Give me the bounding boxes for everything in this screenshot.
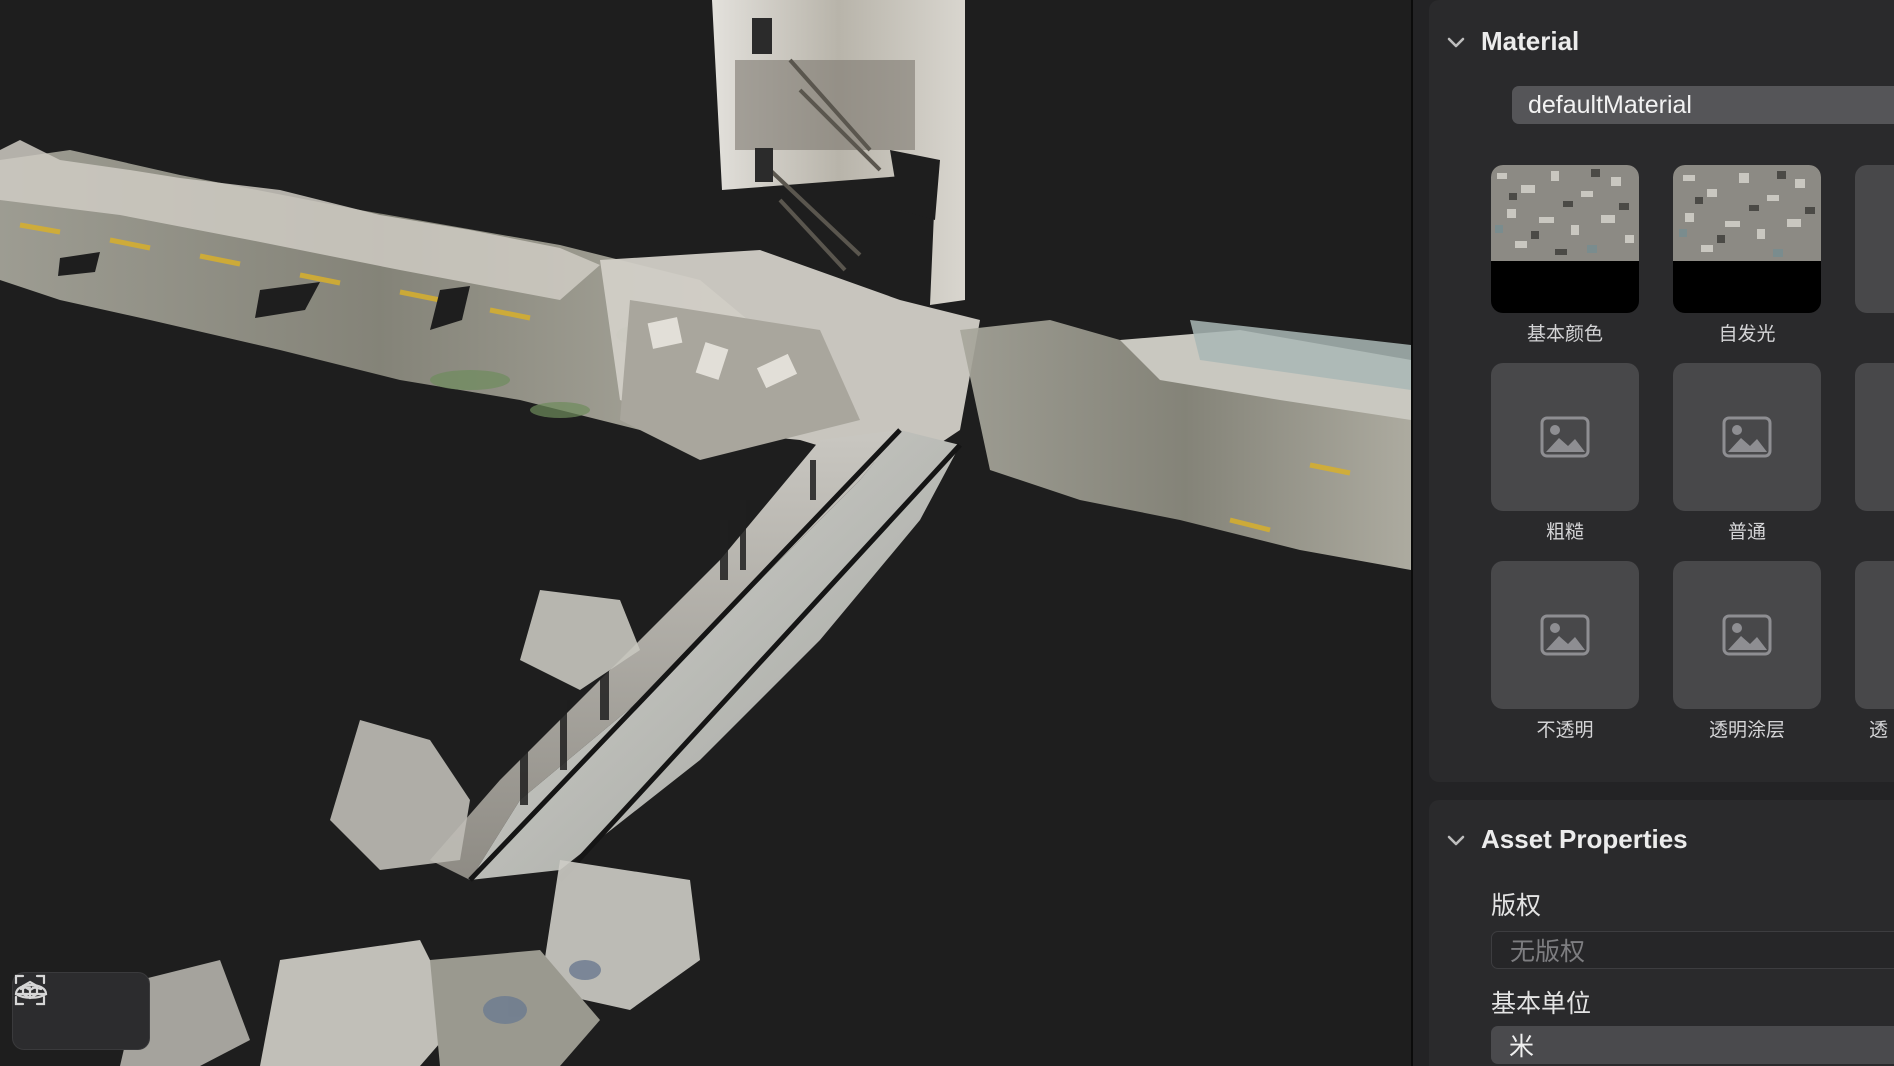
image-placeholder-icon [1540,614,1590,656]
copyright-placeholder: 无版权 [1510,938,1586,966]
slot-base-color: 基本颜色 [1491,165,1639,346]
opacity-texture-thumbnail[interactable] [1491,561,1639,709]
slot-label: 粗糙 [1545,522,1584,543]
slot-emissive: 自发光 [1673,165,1821,346]
asset-properties-section: Asset Properties 版权 无版权 基本单位 米 [1429,800,1894,1066]
slot-label: 自发光 [1718,324,1776,345]
normal-texture-thumbnail[interactable] [1673,363,1821,511]
base-unit-select[interactable]: 米 [1491,1026,1894,1064]
base-unit-label: 基本单位 [1491,990,1592,1018]
slot-label: 普通 [1727,522,1766,543]
slot-label: 透明涂层 [1708,720,1785,741]
viewport-toolbar [12,972,150,1050]
slot-normal: 普通 [1673,363,1821,544]
slot-partial: 透 [1855,561,1894,742]
copyright-label: 版权 [1491,892,1542,920]
texture-preview-image [1491,165,1639,261]
slot-label: 基本颜色 [1526,324,1603,345]
chevron-down-icon [1447,37,1465,47]
inspector-panel: Material 基本颜色 [1413,0,1894,1066]
slot-roughness: 粗糙 [1491,363,1639,544]
environment-button[interactable] [14,983,141,1037]
emissive-texture-thumbnail[interactable] [1673,165,1821,313]
slot-opacity: 不透明 [1491,561,1639,742]
material-section-header[interactable]: Material [1445,26,1579,57]
base-color-texture-thumbnail[interactable] [1491,165,1639,313]
material-section: Material 基本颜色 [1429,0,1894,782]
chevron-down-icon [1447,835,1465,845]
slot-partial [1855,165,1894,313]
slot-label: 不透明 [1536,720,1594,741]
image-placeholder-icon [1722,416,1772,458]
image-placeholder-icon [1722,614,1772,656]
asset-section-header[interactable]: Asset Properties [1445,824,1688,855]
slot-partial [1855,363,1894,511]
clearcoat-texture-thumbnail[interactable] [1673,561,1821,709]
environment-dome-icon [14,983,48,999]
roughness-texture-thumbnail[interactable] [1491,363,1639,511]
3d-viewport[interactable] [0,0,1411,1066]
partial-slot-thumbnail[interactable] [1855,561,1894,709]
image-placeholder-icon [1540,416,1590,458]
slot-clearcoat: 透明涂层 [1673,561,1821,742]
scanned-point-cloud-model [0,0,1411,1066]
asset-section-title: Asset Properties [1481,824,1688,854]
copyright-field[interactable]: 无版权 [1491,931,1894,969]
material-name-field[interactable] [1512,86,1894,124]
partial-slot-thumbnail[interactable] [1855,165,1894,313]
slot-label: 透 [1869,720,1889,741]
material-section-title: Material [1481,26,1580,56]
base-unit-value: 米 [1509,1033,1535,1061]
texture-preview-image [1673,165,1821,261]
partial-slot-thumbnail[interactable] [1855,363,1894,511]
